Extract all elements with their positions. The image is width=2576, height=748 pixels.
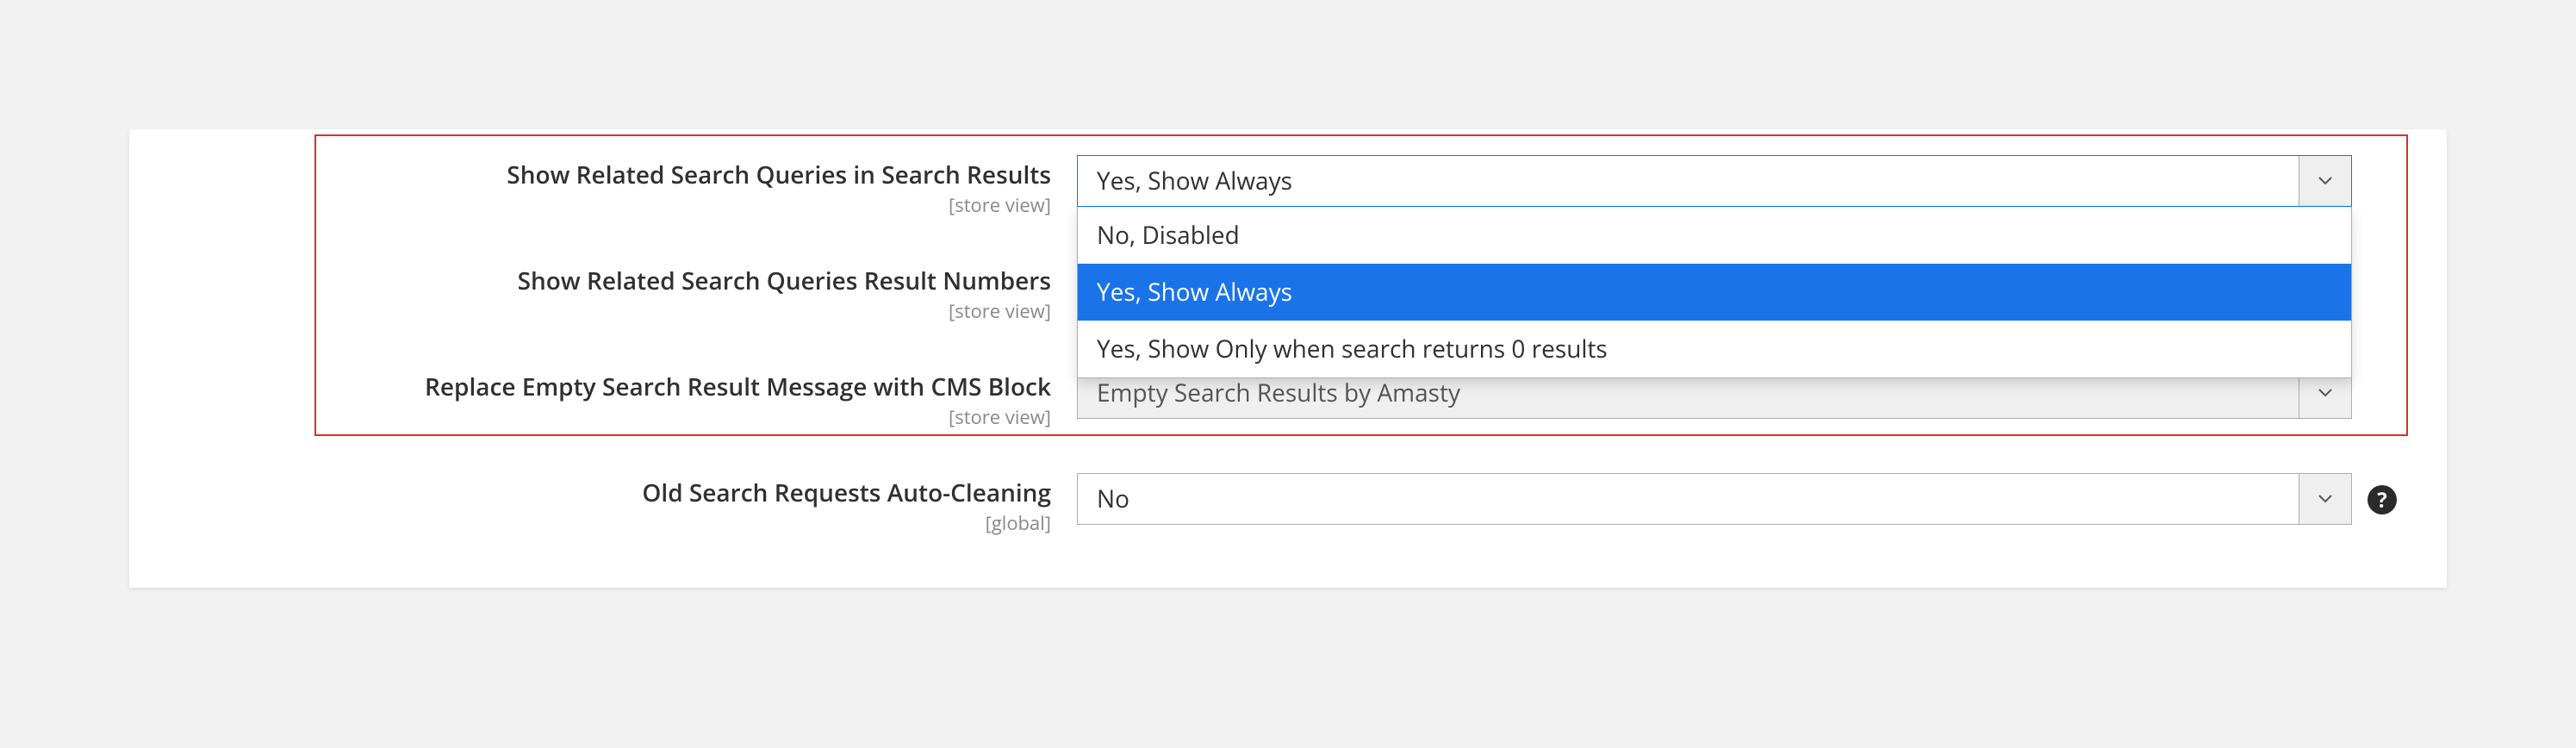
- help-icon[interactable]: ?: [2368, 485, 2397, 514]
- option-yes-always[interactable]: Yes, Show Always: [1078, 264, 2351, 321]
- option-yes-zero-results[interactable]: Yes, Show Only when search returns 0 res…: [1078, 321, 2351, 377]
- select-empty-block-value: Empty Search Results by Amasty: [1078, 377, 2299, 409]
- dropdown-related-queries: No, Disabled Yes, Show Always Yes, Show …: [1077, 207, 2352, 378]
- scope-related-queries: [store view]: [164, 192, 1051, 218]
- scope-auto-clean: [global]: [164, 510, 1051, 536]
- select-auto-clean[interactable]: No: [1077, 473, 2352, 525]
- scope-empty-block: [store view]: [164, 404, 1051, 430]
- select-related-queries[interactable]: Yes, Show Always: [1077, 155, 2352, 207]
- label-result-numbers: Show Related Search Queries Result Numbe…: [518, 265, 1051, 297]
- select-auto-clean-value: No: [1078, 483, 2299, 515]
- label-related-queries: Show Related Search Queries in Search Re…: [507, 159, 1051, 191]
- chevron-down-icon: [2299, 474, 2351, 524]
- select-related-queries-value: Yes, Show Always: [1078, 165, 2299, 197]
- row-related-queries: Show Related Search Queries in Search Re…: [164, 155, 2412, 218]
- label-empty-block: Replace Empty Search Result Message with…: [425, 371, 1051, 403]
- row-auto-clean: Old Search Requests Auto-Cleaning [globa…: [164, 473, 2412, 536]
- scope-result-numbers: [store view]: [164, 298, 1051, 324]
- chevron-down-icon: [2299, 156, 2351, 206]
- option-no-disabled[interactable]: No, Disabled: [1078, 207, 2351, 264]
- config-panel: Show Related Search Queries in Search Re…: [129, 129, 2447, 588]
- label-auto-clean: Old Search Requests Auto-Cleaning: [642, 477, 1051, 509]
